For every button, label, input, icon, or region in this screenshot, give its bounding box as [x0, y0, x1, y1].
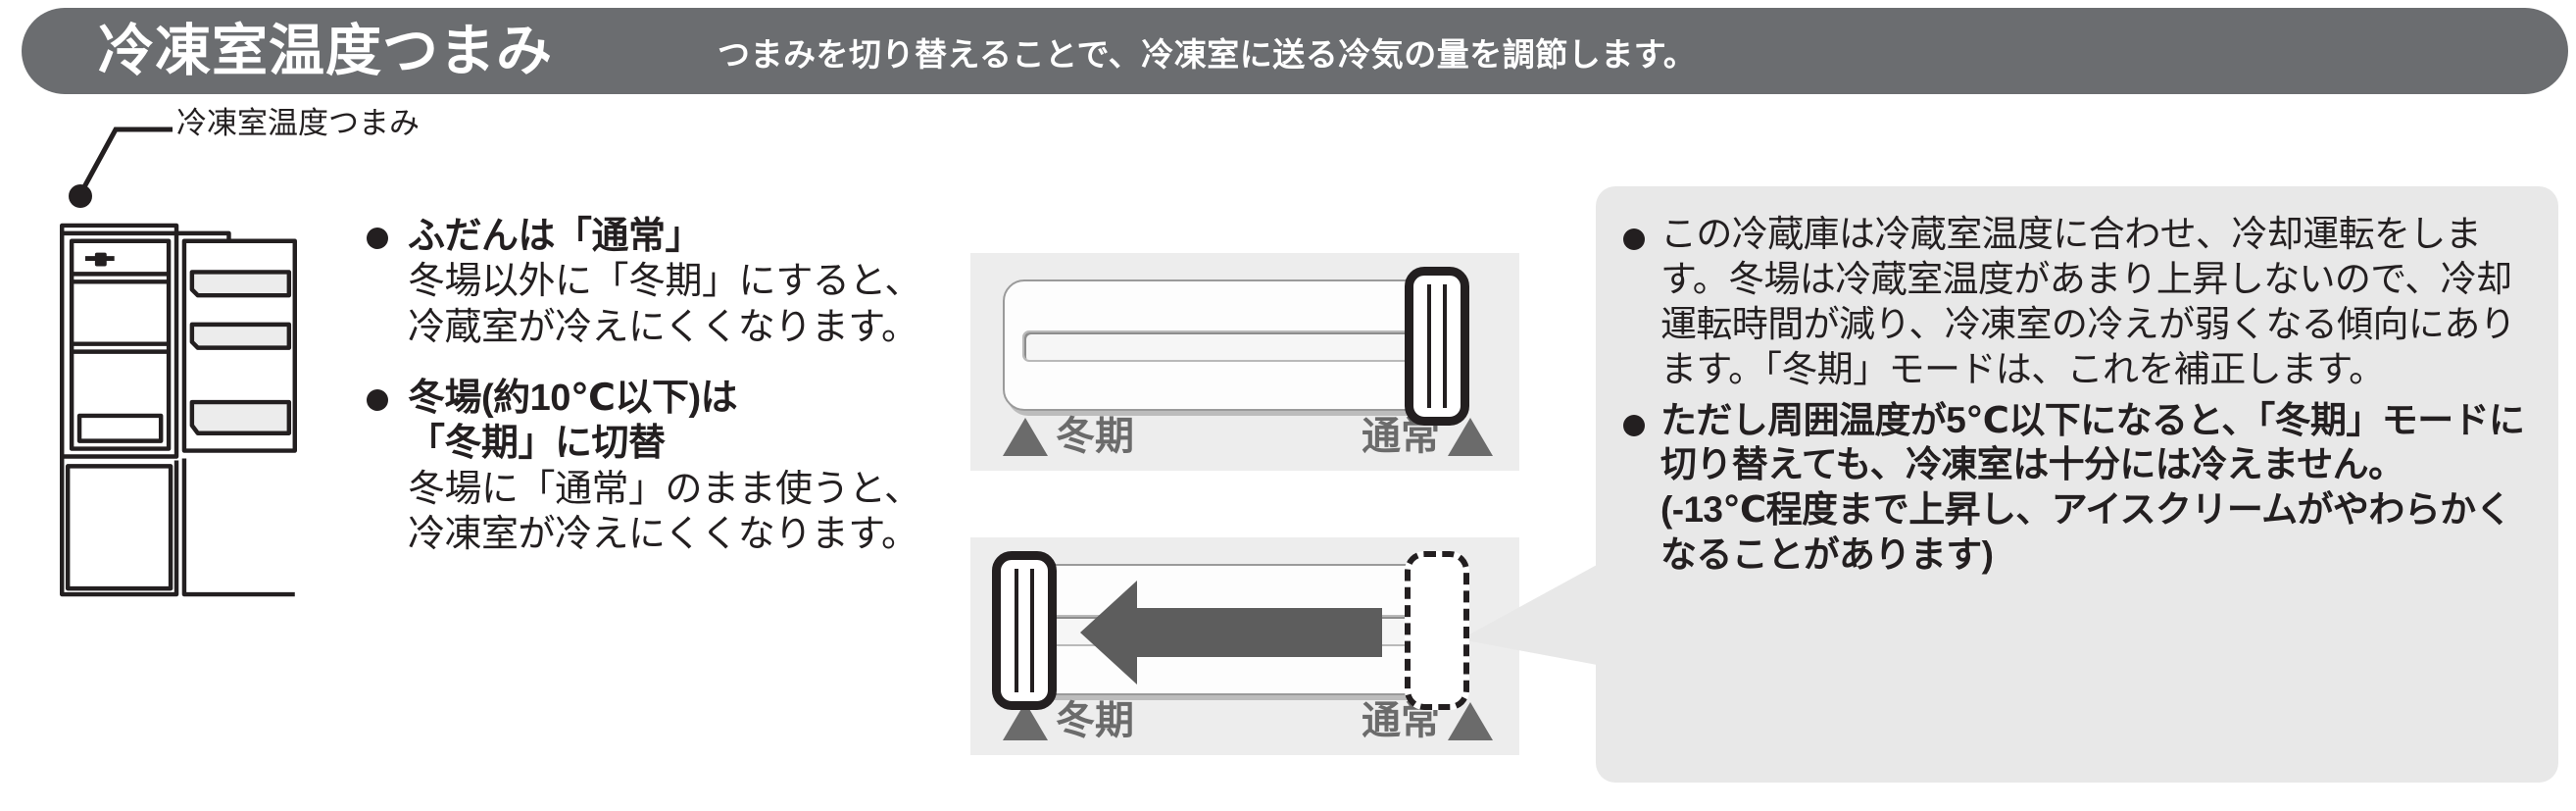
callout-panel: この冷蔵庫は冷蔵室温度に合わせ、冷却運転をします。冬場は冷蔵室温度があまり上昇し… — [1596, 186, 2558, 783]
knob-grip-line — [1443, 284, 1447, 408]
bullet-block-winter: 冬場(約10℃以下)は 「冬期」に切替 冬場に「通常」のまま使うと、冷凍室が冷えに… — [365, 376, 933, 557]
slider-knob[interactable] — [1405, 267, 1469, 426]
triangle-up-icon — [1003, 417, 1048, 456]
callout-item-limitation: ただし周囲温度が5℃以下になると、「冬期」モードに切り替えても、冷凍室は十分には… — [1621, 398, 2529, 579]
callout-text: この冷蔵庫は冷蔵室温度に合わせ、冷却運転をします。冬場は冷蔵室温度があまり上昇し… — [1660, 214, 2516, 389]
knob-grip-line — [1015, 569, 1018, 692]
callout-item-cooling: この冷蔵庫は冷蔵室温度に合わせ、冷却運転をします。冬場は冷蔵室温度があまり上昇し… — [1621, 212, 2529, 392]
refrigerator-illustration: 冷凍室温度つまみ — [57, 108, 420, 696]
callout-text: ただし周囲温度が5℃以下になると、「冬期」モードに切り替えても、冷凍室は十分には… — [1660, 399, 2525, 576]
knob-grip-line — [1030, 569, 1034, 692]
bullet-heading: ふだんは「通常」 — [365, 214, 933, 259]
slider-knob-previous-position — [1405, 551, 1469, 710]
bullet-body: 冬場以外に「冬期」にすると、冷蔵室が冷えにくくなります。 — [408, 261, 921, 348]
slider-track — [1003, 279, 1466, 411]
refrigerator-body-icon — [59, 223, 298, 597]
left-text-column: ふだんは「通常」 冬場以外に「冬期」にすると、冷蔵室が冷えにくくなります。 冬場… — [365, 214, 933, 558]
slider-knob[interactable] — [992, 551, 1057, 710]
bullet-block-normal: ふだんは「通常」 冬場以外に「冬期」にすると、冷蔵室が冷えにくくなります。 — [365, 214, 933, 350]
slider-diagram-winter: 冬期 通常 — [970, 537, 1519, 755]
bullet-heading: 冬場(約10℃以下)は 「冬期」に切替 — [365, 376, 933, 467]
knob-grip-line — [1427, 284, 1431, 408]
leader-line-icon — [69, 127, 173, 208]
bullet-body: 冬場に「通常」のまま使うと、冷凍室が冷えにくくなります。 — [408, 468, 921, 556]
slider-diagram-normal: 冬期 通常 — [970, 253, 1519, 471]
slider-label-winter: 冬期 — [1003, 417, 1134, 456]
page-header-bar: 冷凍室温度つまみ つまみを切り替えることで、冷凍室に送る冷気の量を調節します。 — [22, 8, 2568, 94]
page-subtitle: つまみを切り替えることで、冷凍室に送る冷気の量を調節します。 — [718, 35, 1697, 73]
slider-groove — [1022, 330, 1446, 362]
slider-label-text: 冬期 — [1056, 415, 1134, 458]
page-title: 冷凍室温度つまみ — [98, 19, 553, 82]
